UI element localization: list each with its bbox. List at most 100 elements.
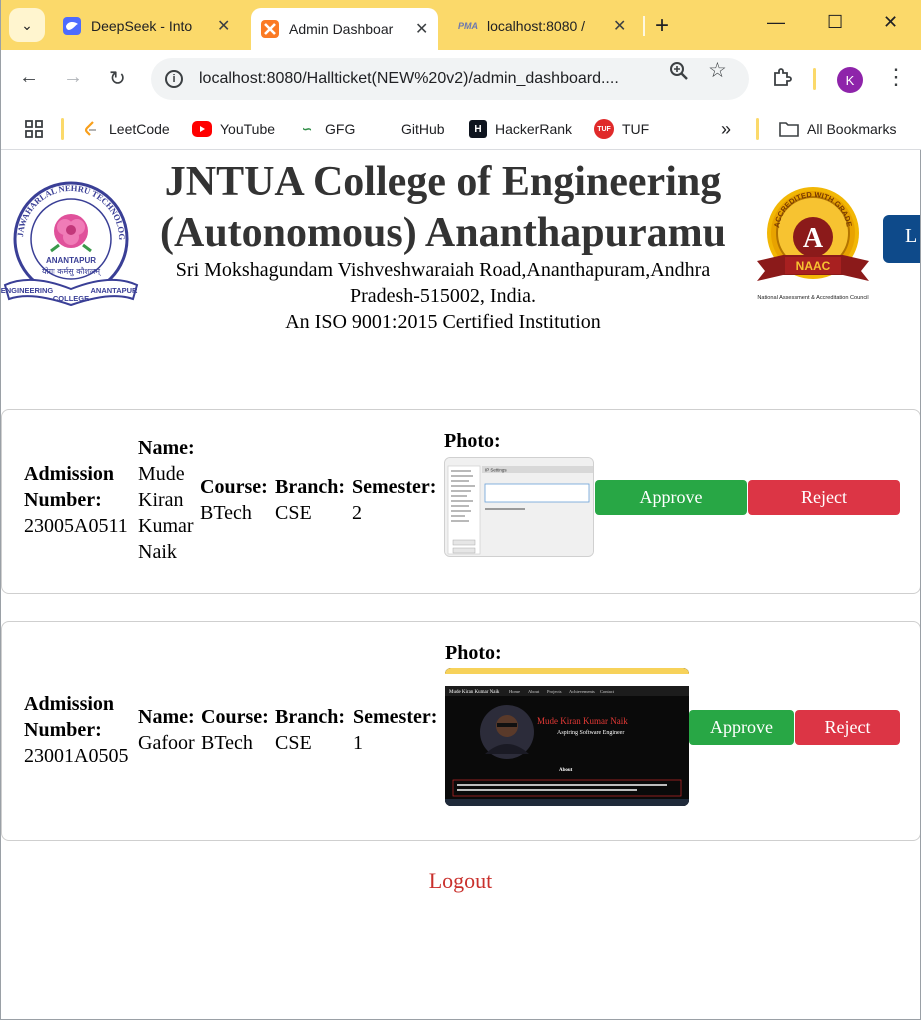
admission-number-value: 23005A0511 xyxy=(24,515,128,537)
reload-icon[interactable]: ↻ xyxy=(109,66,126,91)
bookmark-youtube[interactable]: YouTube xyxy=(192,117,275,141)
iso-certification: An ISO 9001:2015 Certified Institution xyxy=(285,311,601,333)
logout-link[interactable]: Logout xyxy=(1,868,920,894)
bookmark-label: All Bookmarks xyxy=(807,121,897,137)
more-bookmarks-chevron-icon[interactable]: » xyxy=(721,117,731,141)
reject-button[interactable]: Reject xyxy=(748,480,900,515)
bookmark-label: GFG xyxy=(325,121,356,137)
photo-nav-brand: Mude Kiran Kumar Naik xyxy=(449,690,500,695)
student-photo[interactable]: Mude Kiran Kumar Naik Home About Project… xyxy=(445,668,689,806)
course-field: Course: BTech xyxy=(201,704,277,756)
logo-motto: योगः कर्मसु कौशलम् xyxy=(42,266,102,277)
branch-value: CSE xyxy=(275,732,312,754)
apps-grid-icon[interactable] xyxy=(25,117,43,141)
name-label: Name: xyxy=(138,437,195,459)
bookmark-label: TUF xyxy=(622,121,650,137)
tab-phpmyadmin[interactable]: PMA localhost:8080 / ✕ xyxy=(449,8,636,44)
naac-grade: A xyxy=(803,223,824,254)
college-title: JNTUA College of Engineering (Autonomous… xyxy=(141,157,745,259)
page-content: JAWAHARLAL NEHRU TECHNOLOGICAL UNIVERSIT… xyxy=(1,151,920,1019)
naac-caption: National Assessment & Accreditation Coun… xyxy=(757,295,868,301)
name-value: Mude Kiran Kumar Naik xyxy=(138,463,194,563)
branch-field: Branch: CSE xyxy=(275,474,353,526)
close-icon[interactable]: ✕ xyxy=(613,16,626,36)
tab-admin-dashboard[interactable]: Admin Dashboar ✕ xyxy=(251,8,439,50)
zoom-icon[interactable] xyxy=(669,61,689,86)
xampp-icon xyxy=(261,20,279,38)
bookmark-gfg[interactable]: ∽ GFG xyxy=(297,117,355,141)
branch-value: CSE xyxy=(275,502,312,524)
reject-button[interactable]: Reject xyxy=(795,710,900,745)
branch-field: Branch: CSE xyxy=(275,704,353,756)
approve-button[interactable]: Approve xyxy=(595,480,747,515)
tab-deepseek[interactable]: DeepSeek - Into ✕ xyxy=(53,8,240,44)
photo-label: Photo: xyxy=(445,642,502,664)
close-icon[interactable]: ✕ xyxy=(415,19,428,39)
toolbar-separator xyxy=(813,68,816,90)
semester-label: Semester: xyxy=(353,706,438,728)
forward-arrow-icon[interactable]: → xyxy=(63,66,83,89)
all-bookmarks[interactable]: All Bookmarks xyxy=(779,117,896,141)
logo-ribbon-left: ENGINEERING xyxy=(1,286,53,295)
tab-title: localhost:8080 / xyxy=(487,18,586,34)
photo-nav-achievements: Achievements xyxy=(569,689,595,694)
photo-subheading: Aspiring Software Engineer xyxy=(557,729,624,736)
gfg-icon: ∽ xyxy=(301,122,313,136)
semester-field: Semester: 2 xyxy=(352,474,446,526)
semester-value: 2 xyxy=(352,502,362,524)
name-field: Name: Mude Kiran Kumar Naik xyxy=(138,435,202,565)
photo-nav-projects: Projects xyxy=(547,689,562,694)
window-close-icon[interactable]: ✕ xyxy=(883,12,898,33)
url-text[interactable]: localhost:8080/Hallticket(NEW%20v2)/admi… xyxy=(199,70,654,88)
university-logo: JAWAHARLAL NEHRU TECHNOLOGICAL UNIVERSIT… xyxy=(1,177,139,307)
address-line1: Sri Mokshagundam Vishveshwaraiah Road,An… xyxy=(175,259,711,281)
tab-search-button[interactable]: ⌄ xyxy=(9,8,45,42)
profile-avatar[interactable]: K xyxy=(837,67,863,93)
college-title-line1: JNTUA College of Engineering xyxy=(164,159,722,205)
address-bar[interactable]: i localhost:8080/Hallticket(NEW%20v2)/ad… xyxy=(151,58,749,100)
course-value: BTech xyxy=(201,732,253,754)
tab-separator xyxy=(643,16,645,36)
bookmark-star-icon[interactable]: ☆ xyxy=(708,58,727,83)
bookmark-hackerrank[interactable]: H HackerRank xyxy=(469,117,572,141)
leetcode-icon xyxy=(81,121,101,137)
site-info-icon[interactable]: i xyxy=(165,70,183,88)
extensions-icon[interactable] xyxy=(771,66,793,94)
student-photo[interactable]: IP Settings xyxy=(444,457,594,557)
bookmarks-bar: LeetCode YouTube ∽ GFG GitHub H HackerRa… xyxy=(1,108,921,150)
more-menu-icon[interactable]: ⋮ xyxy=(885,64,907,90)
folder-icon xyxy=(779,121,799,137)
naac-badge-text: NAAC xyxy=(796,259,831,273)
phpmyadmin-icon: PMA xyxy=(458,21,478,31)
maximize-icon[interactable]: ☐ xyxy=(827,12,843,33)
tuf-icon: TUF xyxy=(594,119,614,139)
bookmark-label: HackerRank xyxy=(495,121,573,137)
logo-city: ANANTAPUR xyxy=(46,256,96,265)
logo-ribbon-bottom: COLLEGE xyxy=(53,294,89,303)
close-icon[interactable]: ✕ xyxy=(217,16,230,36)
admission-number-field: Admission Number: 23005A0511 xyxy=(24,461,138,539)
bookmark-tuf[interactable]: TUF TUF xyxy=(594,117,649,141)
semester-field: Semester: 1 xyxy=(353,704,447,756)
tab-title: DeepSeek - Into xyxy=(91,18,193,34)
back-arrow-icon[interactable]: ← xyxy=(19,66,39,89)
photo-nav-home: Home xyxy=(509,689,520,694)
tab-strip: ⌄ DeepSeek - Into ✕ Admin Dashboar ✕ PMA… xyxy=(1,0,921,50)
bookmark-leetcode[interactable]: LeetCode xyxy=(81,117,170,141)
hackerrank-icon: H xyxy=(469,120,487,138)
minimize-icon[interactable]: — xyxy=(767,12,785,33)
college-title-line2: (Autonomous) Ananthapuramu xyxy=(160,210,726,256)
photo-heading: Mude Kiran Kumar Naik xyxy=(537,716,628,726)
bookmark-github[interactable]: GitHub xyxy=(401,117,445,141)
admission-number-label: Admission Number: xyxy=(24,693,115,741)
semester-label: Semester: xyxy=(352,476,437,498)
admission-number-value: 23001A0505 xyxy=(24,745,129,767)
approve-button[interactable]: Approve xyxy=(689,710,794,745)
name-label: Name: xyxy=(138,706,195,728)
admission-number-label: Admission Number: xyxy=(24,463,115,511)
new-tab-plus-icon[interactable]: + xyxy=(655,12,669,40)
bookmark-label: LeetCode xyxy=(109,121,170,137)
address-line2: Pradesh-515002, India. xyxy=(349,285,537,307)
semester-value: 1 xyxy=(353,732,363,754)
header-login-button[interactable]: L xyxy=(883,215,920,263)
